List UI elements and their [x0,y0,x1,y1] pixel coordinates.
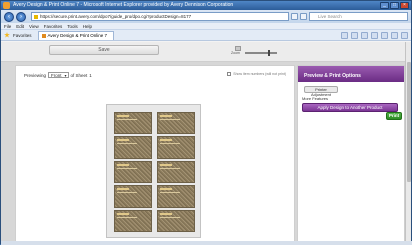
label-card [157,136,195,159]
label-card [157,160,195,184]
show-numbers-label: Show item numbers (will not print) [233,72,286,76]
page-icon[interactable] [371,32,378,39]
menu-help[interactable]: Help [83,23,92,29]
menu-tools[interactable]: Tools [67,23,78,29]
more-features-label: More Features [302,96,329,101]
menu-bar: File Edit View Favorites Tools Help [1,23,411,30]
page-content: Save Zoom Previewing Front of Sheet 1 Sh… [1,42,407,245]
label-card [114,209,152,232]
safety-icon[interactable] [381,32,388,39]
tools-icon[interactable] [391,32,398,39]
forward-button[interactable]: › [16,11,26,22]
zoom-slider-knob[interactable] [267,50,270,56]
menu-view[interactable]: View [29,23,39,29]
zoom-control[interactable]: Zoom [231,46,289,58]
back-button[interactable]: ‹ [4,11,14,22]
minimize-button[interactable]: _ [380,2,389,9]
favorites-bar: Favorites Avery Design & Print Online 7 [1,30,411,41]
apply-design-button[interactable]: Apply Design to Another Product [302,103,398,112]
of-sheet-label: of Sheet [70,72,88,78]
preview-panel: Previewing Front of Sheet 1 Show item nu… [15,65,295,245]
print-icon[interactable] [361,32,368,39]
ie-icon [3,2,10,9]
address-field[interactable]: https://secure.print.avery.com/dpo7/guid… [31,12,289,21]
scrollbar-thumb[interactable] [407,62,411,182]
tab-favicon-icon [41,33,46,38]
tab-title: Avery Design & Print Online 7 [47,32,107,38]
label-card [114,136,152,159]
label-card [114,160,152,184]
stop-icon[interactable] [300,13,307,20]
browser-window: Avery Design & Print Online 7 - Microsof… [0,0,412,245]
show-numbers-option[interactable]: Show item numbers (will not print) [227,72,286,76]
menu-favorites[interactable]: Favorites [44,23,63,29]
zoom-slider-track[interactable] [245,50,277,56]
status-bar [1,241,412,245]
zoom-label: Zoom [231,51,240,55]
sheet-number: 1 [89,72,92,78]
help-icon[interactable] [401,32,408,39]
close-button[interactable]: × [400,2,409,9]
save-button[interactable]: Save [49,45,159,55]
search-placeholder: Live Search [318,14,342,19]
address-bar-row: ‹ › https://secure.print.avery.com/dpo7/… [1,10,411,23]
label-card [157,185,195,208]
home-icon[interactable] [341,32,348,39]
top-toolbar: Save Zoom [1,42,407,62]
print-options-sidebar: Preview & Print Options Printer Adjustme… [297,65,405,245]
maximize-button[interactable]: □ [390,2,399,9]
command-bar [341,32,408,39]
refresh-icon[interactable] [291,13,298,20]
lock-icon [34,15,38,19]
printer-adjustment-button[interactable]: Printer Adjustment [304,86,338,97]
sidebar-header: Preview & Print Options [298,66,404,82]
favorites-star-icon [4,32,10,38]
menu-edit[interactable]: Edit [16,23,24,29]
label-card [157,209,195,232]
label-card [114,112,152,135]
title-bar: Avery Design & Print Online 7 - Microsof… [1,1,411,10]
print-button[interactable]: Print [386,112,402,120]
browser-tab[interactable]: Avery Design & Print Online 7 [37,30,114,40]
show-numbers-checkbox[interactable] [227,72,232,76]
url-text: https://secure.print.avery.com/dpo7/guid… [40,14,192,19]
page-scrollbar[interactable] [405,42,411,245]
favorites-label[interactable]: Favorites [13,33,32,38]
feeds-icon[interactable] [351,32,358,39]
previewing-label: Previewing [24,72,47,78]
preview-controls: Previewing Front of Sheet 1 [24,72,92,78]
search-input[interactable]: Live Search [309,12,408,21]
side-select[interactable]: Front [48,72,69,78]
label-card [114,185,152,208]
label-grid [114,112,195,232]
window-title: Avery Design & Print Online 7 - Microsof… [13,2,234,8]
label-card [157,112,195,135]
label-sheet-preview [106,104,201,238]
menu-file[interactable]: File [4,23,11,29]
